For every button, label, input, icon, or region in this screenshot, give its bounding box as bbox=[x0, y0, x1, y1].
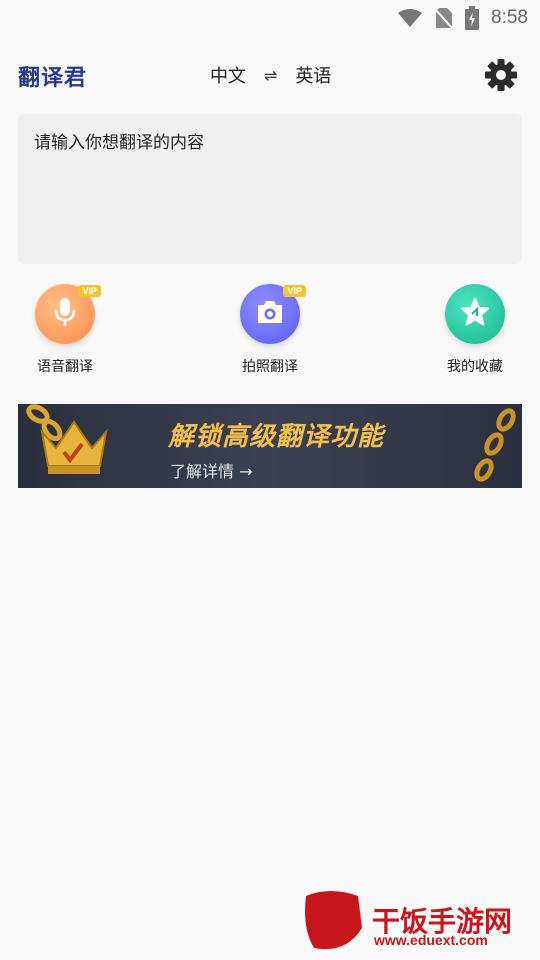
photo-translate-label: 拍照翻译 bbox=[242, 359, 298, 375]
upgrade-banner[interactable]: 解锁高级翻译功能 了解详情 → bbox=[18, 404, 522, 488]
app-logo: 翻译君 bbox=[18, 66, 88, 91]
my-favorites-circle bbox=[445, 284, 505, 344]
banner-learn-more[interactable]: 了解详情 → bbox=[170, 458, 253, 482]
language-switcher: 中文 ⇌ 英语 bbox=[210, 62, 331, 88]
vip-badge: VIP bbox=[78, 285, 101, 297]
translation-input-area bbox=[18, 114, 522, 264]
clock: 8:58 bbox=[491, 7, 528, 28]
chain-decoration bbox=[474, 408, 516, 482]
watermark-logo-icon bbox=[305, 891, 362, 950]
photo-translate-button[interactable]: VIP 拍照翻译 bbox=[220, 284, 320, 376]
app-header: 翻译君 中文 ⇌ 英语 bbox=[0, 50, 540, 100]
star-icon bbox=[460, 297, 490, 331]
banner-title: 解锁高级翻译功能 bbox=[168, 422, 385, 452]
battery-charging-icon bbox=[465, 6, 480, 30]
microphone-icon bbox=[52, 296, 78, 332]
crown-icon bbox=[40, 420, 108, 474]
camera-icon bbox=[255, 299, 285, 329]
vip-badge: VIP bbox=[283, 285, 306, 297]
my-favorites-label: 我的收藏 bbox=[447, 359, 503, 375]
voice-translate-button[interactable]: VIP 语音翻译 bbox=[15, 284, 115, 376]
watermark-url: www.eduext.com bbox=[374, 932, 488, 948]
swap-languages-icon[interactable]: ⇌ bbox=[264, 66, 277, 85]
wifi-icon bbox=[397, 8, 423, 28]
site-watermark: 干饭手游网 www.eduext.com bbox=[300, 888, 530, 954]
voice-translate-circle: VIP bbox=[35, 284, 101, 344]
photo-translate-circle: VIP bbox=[240, 284, 306, 344]
my-favorites-button[interactable]: 我的收藏 bbox=[425, 284, 525, 376]
voice-translate-label: 语音翻译 bbox=[37, 359, 93, 375]
feature-buttons: VIP 语音翻译 VIP 拍照翻译 我的收藏 bbox=[0, 284, 540, 384]
gear-icon[interactable] bbox=[484, 58, 518, 92]
target-language[interactable]: 英语 bbox=[295, 62, 331, 88]
status-bar: 8:58 bbox=[0, 0, 540, 36]
translation-input[interactable] bbox=[18, 114, 522, 264]
source-language[interactable]: 中文 bbox=[210, 62, 246, 88]
no-sim-icon bbox=[435, 7, 454, 29]
